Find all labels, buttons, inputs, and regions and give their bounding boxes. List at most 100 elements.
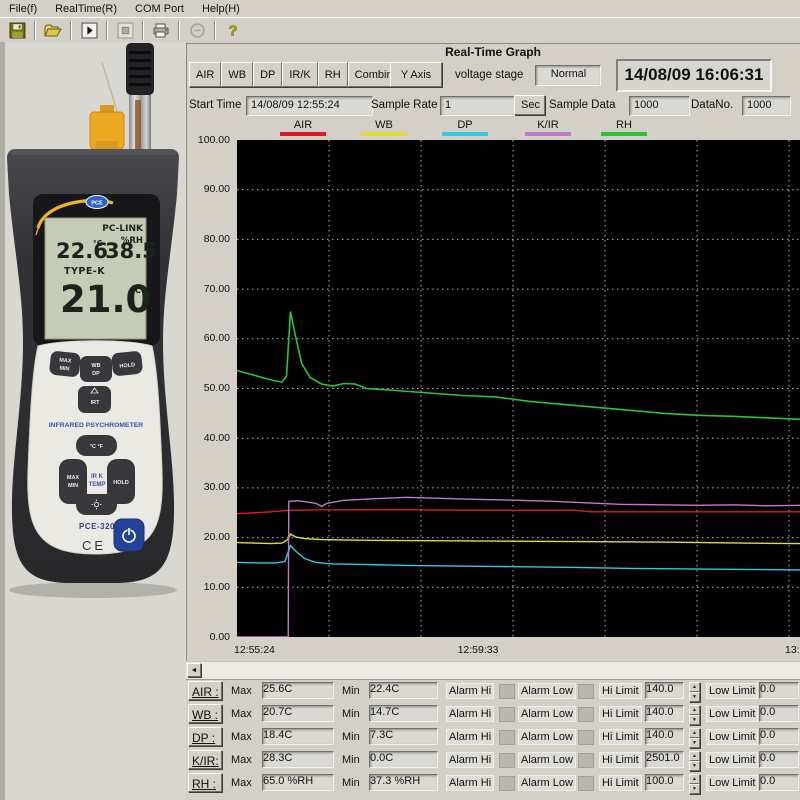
sample-data-field[interactable]: 1000 <box>629 96 690 116</box>
menu-file[interactable]: File(f) <box>0 2 46 16</box>
channel-label-button[interactable]: RH : <box>188 773 222 792</box>
min-label: Min <box>342 731 360 743</box>
spinner-up-button[interactable]: ▲ <box>689 682 700 692</box>
menu-com-port[interactable]: COM Port <box>126 2 193 16</box>
alarm-hi-label: Alarm Hi <box>446 683 494 699</box>
channel-button-rh[interactable]: RH <box>318 62 348 87</box>
menu-realtime[interactable]: RealTime(R) <box>46 2 126 16</box>
low-limit-value-field[interactable]: 0.0 <box>759 728 799 745</box>
legend-item-rh: RH <box>601 119 647 136</box>
spinner-up-button[interactable]: ▲ <box>689 728 700 738</box>
hi-limit-value-field[interactable]: 140.0 <box>645 728 684 745</box>
min-label: Min <box>342 754 360 766</box>
spinner-up-button[interactable]: ▲ <box>689 751 700 761</box>
stop-button[interactable] <box>113 20 137 41</box>
voltage-stage-field[interactable]: Normal <box>535 65 601 86</box>
scroll-left-button[interactable]: ◄ <box>187 663 201 677</box>
min-value-field[interactable]: 22.4C <box>369 682 438 699</box>
disconnect-button[interactable] <box>185 20 209 41</box>
legend-color-bar <box>601 132 647 136</box>
max-label: Max <box>231 777 252 789</box>
hi-limit-spinner[interactable]: ▲▼ <box>689 774 700 793</box>
max-value-field[interactable]: 20.7C <box>262 705 334 722</box>
min-value-field[interactable]: 37.3 %RH <box>369 774 438 791</box>
low-limit-value-field[interactable]: 0.0 <box>759 774 799 791</box>
channel-label-button[interactable]: DP : <box>188 727 222 746</box>
series-line-wb <box>237 534 800 544</box>
spinner-up-button[interactable]: ▲ <box>689 705 700 715</box>
max-label: Max <box>231 731 252 743</box>
low-limit-value-field[interactable]: 0.0 <box>759 705 799 722</box>
help-icon: ? <box>226 22 240 39</box>
min-value-field[interactable]: 0.0C <box>369 751 438 768</box>
hi-limit-value-field[interactable]: 100.0 <box>645 774 684 791</box>
alarm-hi-label: Alarm Hi <box>446 729 494 745</box>
hi-limit-spinner[interactable]: ▲▼ <box>689 682 700 701</box>
alarm-hi-indicator <box>499 776 515 791</box>
low-limit-value-field[interactable]: 0.0 <box>759 682 799 699</box>
min-value-field[interactable]: 7.3C <box>369 728 438 745</box>
max-value-field[interactable]: 18.4C <box>262 728 334 745</box>
max-value-field[interactable]: 28.3C <box>262 751 334 768</box>
y-axis-tick-label: 30.00 <box>184 481 230 493</box>
channel-button-row: AIR WB DP IR/K RH Combine <box>189 62 406 87</box>
save-button[interactable] <box>5 20 29 41</box>
device-photo: PCE PC-LINK %RH 22.6 °C 38.5 TYPE-K 21.0… <box>0 42 186 800</box>
channel-button-irk[interactable]: IR/K <box>282 62 317 87</box>
menu-help[interactable]: Help(H) <box>193 2 249 16</box>
play-icon <box>81 22 98 39</box>
lcd-main-temp-unit: °C <box>131 286 141 295</box>
spinner-down-button[interactable]: ▼ <box>689 692 700 702</box>
hi-limit-value-field[interactable]: 2501.0 <box>645 751 684 768</box>
hi-limit-spinner[interactable]: ▲▼ <box>689 751 700 770</box>
legend-color-bar <box>280 132 326 136</box>
sample-rate-field[interactable]: 1 <box>440 96 517 116</box>
toolbar: ? <box>0 17 800 44</box>
stop-icon <box>117 22 134 39</box>
low-limit-value-field[interactable]: 0.0 <box>759 751 799 768</box>
series-line-air <box>237 510 800 514</box>
channel-label-button[interactable]: AIR : <box>188 681 222 700</box>
start-time-field[interactable]: 14/08/09 12:55:24 <box>246 96 373 116</box>
legend-item-air: AIR <box>280 119 326 136</box>
alarm-low-label: Alarm Low <box>518 729 576 745</box>
horizontal-scrollbar[interactable]: ◄ <box>186 661 800 679</box>
help-button[interactable]: ? <box>221 20 245 41</box>
hi-limit-label: Hi Limit <box>599 752 642 768</box>
sec-button[interactable]: Sec <box>514 95 545 115</box>
min-label: Min <box>342 777 360 789</box>
start-button[interactable] <box>77 20 101 41</box>
application-window: File(f) RealTime(R) COM Port Help(H) <box>0 0 800 800</box>
hi-limit-value-field[interactable]: 140.0 <box>645 705 684 722</box>
menu-bar: File(f) RealTime(R) COM Port Help(H) <box>0 0 800 18</box>
channel-label-button[interactable]: K/IR: <box>188 750 222 769</box>
hi-limit-spinner[interactable]: ▲▼ <box>689 705 700 724</box>
spinner-down-button[interactable]: ▼ <box>689 738 700 748</box>
svg-text:HOLD: HOLD <box>113 480 129 486</box>
low-limit-label: Low Limit <box>706 706 758 722</box>
data-no-field[interactable]: 1000 <box>742 96 791 116</box>
hi-limit-spinner[interactable]: ▲▼ <box>689 728 700 747</box>
spinner-down-button[interactable]: ▼ <box>689 761 700 771</box>
print-button[interactable] <box>149 20 173 41</box>
hi-limit-label: Hi Limit <box>599 683 642 699</box>
channel-button-wb[interactable]: WB <box>221 62 253 87</box>
max-value-field[interactable]: 25.6C <box>262 682 334 699</box>
open-button[interactable] <box>41 20 65 41</box>
spinner-up-button[interactable]: ▲ <box>689 774 700 784</box>
min-label: Min <box>342 708 360 720</box>
min-value-field[interactable]: 14.7C <box>369 705 438 722</box>
voltage-stage-label: voltage stage <box>455 69 523 81</box>
x-axis-tick-label: 12:55:24 <box>234 644 275 656</box>
page-title: Real-Time Graph <box>186 45 800 59</box>
y-axis-button[interactable]: Y Axis <box>390 62 442 87</box>
channel-button-dp[interactable]: DP <box>253 62 282 87</box>
hi-limit-value-field[interactable]: 140.0 <box>645 682 684 699</box>
max-value-field[interactable]: 65.0 %RH <box>262 774 334 791</box>
spinner-down-button[interactable]: ▼ <box>689 784 700 794</box>
pce-logo-text: PCE <box>91 201 103 207</box>
channel-label-button[interactable]: WB : <box>188 704 222 723</box>
device-photo-panel: PCE PC-LINK %RH 22.6 °C 38.5 TYPE-K 21.0… <box>0 42 187 800</box>
channel-button-air[interactable]: AIR <box>189 62 221 87</box>
spinner-down-button[interactable]: ▼ <box>689 715 700 725</box>
